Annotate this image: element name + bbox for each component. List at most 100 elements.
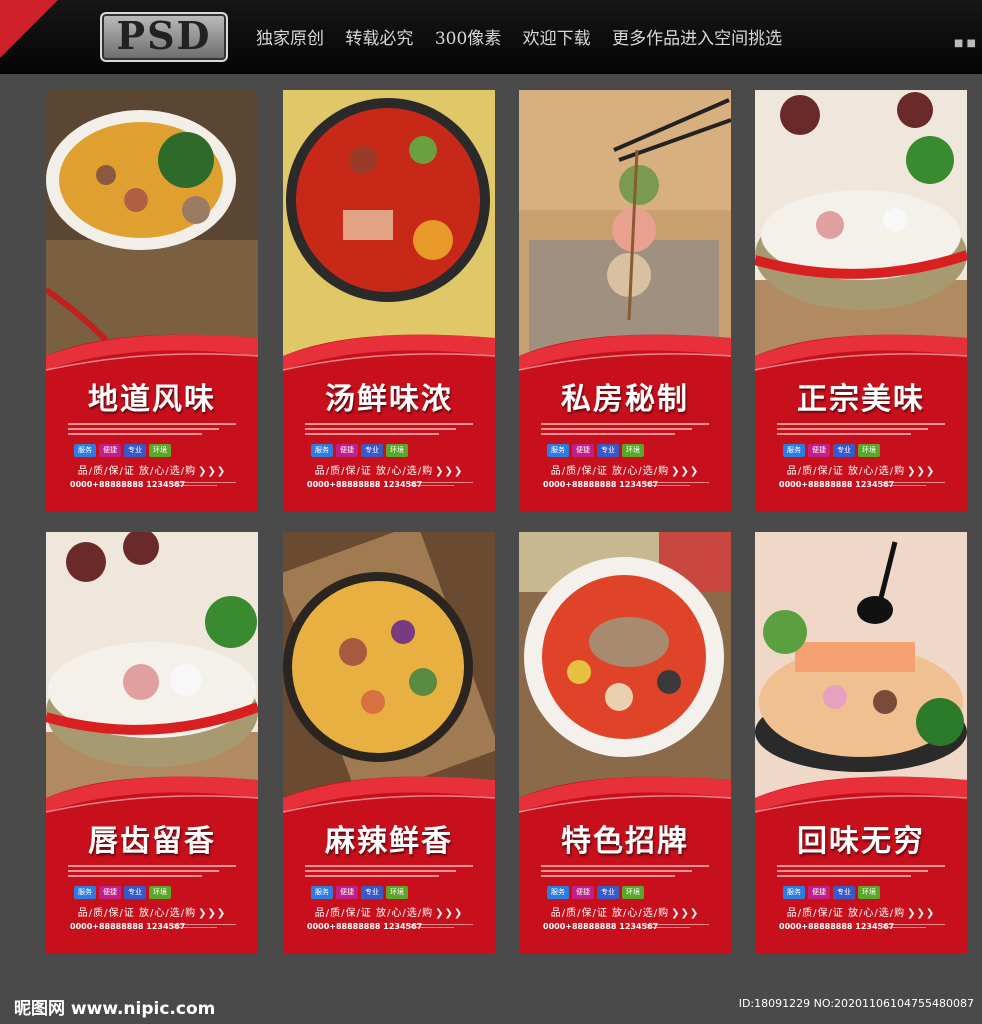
professional-badge: 专业	[597, 444, 619, 457]
header-tagline: 独家原创 转载必究 300像素 欢迎下载 更多作品进入空间挑选	[256, 24, 798, 49]
contact-lines	[409, 922, 473, 930]
site-logo[interactable]: 昵图网 www.nipic.com	[14, 994, 215, 1019]
quality-tagline: 品/质/保/证 放/心/选/购 ❯❯❯	[519, 904, 731, 919]
food-photo	[46, 532, 258, 807]
tagline-text: 品/质/保/证 放/心/选/购	[77, 908, 197, 919]
description-lines	[305, 862, 473, 884]
contact-lines	[172, 480, 236, 488]
header-mark: ■ ■	[953, 38, 976, 49]
quality-tagline: 品/质/保/证 放/心/选/购 ❯❯❯	[283, 462, 495, 477]
professional-badge: 专业	[124, 444, 146, 457]
description-lines	[777, 862, 945, 884]
description-lines	[777, 420, 945, 442]
poster-title: 特色招牌	[561, 824, 689, 859]
service-badge: 服务	[783, 444, 805, 457]
professional-badge: 专业	[124, 886, 146, 899]
service-badge: 服务	[74, 444, 96, 457]
description-lines	[541, 420, 709, 442]
phone-number: 0000+88888888 1234567	[70, 922, 186, 931]
professional-badge: 专业	[597, 886, 619, 899]
tagline-text: 品/质/保/证 放/心/选/购	[77, 466, 197, 477]
phone-number: 0000+88888888 1234567	[779, 922, 895, 931]
convenience-badge: 便捷	[99, 886, 121, 899]
contact-lines	[645, 922, 709, 930]
poster-5: 唇齿留香 服务 便捷 专业 环境 品/质/保/证 放/心/选/购 ❯❯❯ 0000…	[46, 532, 258, 954]
service-badge: 服务	[311, 444, 333, 457]
phone-number: 0000+88888888 1234567	[543, 480, 659, 489]
environment-badge: 环境	[149, 886, 171, 899]
arrows-icon: ❯❯❯	[435, 908, 464, 919]
service-badge: 服务	[783, 886, 805, 899]
quality-tagline: 品/质/保/证 放/心/选/购 ❯❯❯	[519, 462, 731, 477]
poster-6: 麻辣鲜香 服务 便捷 专业 环境 品/质/保/证 放/心/选/购 ❯❯❯ 0000…	[283, 532, 495, 954]
tagline-item: 转载必究	[345, 29, 414, 49]
feature-badges: 服务 便捷 专业 环境	[547, 886, 707, 899]
phone-number: 0000+88888888 1234567	[307, 922, 423, 931]
poster-3: 私房秘制 服务 便捷 专业 环境 品/质/保/证 放/心/选/购 ❯❯❯ 0000…	[519, 90, 731, 512]
convenience-badge: 便捷	[572, 444, 594, 457]
food-photo	[755, 90, 967, 365]
professional-badge: 专业	[361, 444, 383, 457]
environment-badge: 环境	[622, 444, 644, 457]
food-photo	[46, 90, 258, 365]
contact-lines	[409, 480, 473, 488]
food-photo	[283, 90, 495, 365]
description-lines	[541, 862, 709, 884]
food-photo	[519, 532, 731, 807]
environment-badge: 环境	[386, 444, 408, 457]
poster-title: 汤鲜味浓	[325, 382, 453, 417]
tagline-text: 品/质/保/证 放/心/选/购	[550, 466, 670, 477]
service-badge: 服务	[547, 886, 569, 899]
convenience-badge: 便捷	[336, 886, 358, 899]
feature-badges: 服务 便捷 专业 环境	[783, 886, 943, 899]
description-lines	[68, 420, 236, 442]
convenience-badge: 便捷	[808, 444, 830, 457]
quality-tagline: 品/质/保/证 放/心/选/购 ❯❯❯	[755, 462, 967, 477]
service-badge: 服务	[74, 886, 96, 899]
poster-title: 麻辣鲜香	[325, 824, 453, 859]
arrows-icon: ❯❯❯	[671, 466, 700, 477]
tagline-item: 欢迎下载	[522, 29, 591, 49]
tagline-item: 300像素	[434, 29, 502, 49]
tagline-item: 独家原创	[256, 29, 324, 49]
quality-tagline: 品/质/保/证 放/心/选/购 ❯❯❯	[755, 904, 967, 919]
phone-number: 0000+88888888 1234567	[70, 480, 186, 489]
poster-7: 特色招牌 服务 便捷 专业 环境 品/质/保/证 放/心/选/购 ❯❯❯ 0000…	[519, 532, 731, 954]
poster-title: 私房秘制	[561, 382, 689, 417]
environment-badge: 环境	[622, 886, 644, 899]
poster-title: 唇齿留香	[88, 824, 216, 859]
poster-2: 汤鲜味浓 服务 便捷 专业 环境 品/质/保/证 放/心/选/购 ❯❯❯ 0000…	[283, 90, 495, 512]
convenience-badge: 便捷	[336, 444, 358, 457]
arrows-icon: ❯❯❯	[435, 466, 464, 477]
feature-badges: 服务 便捷 专业 环境	[547, 444, 707, 457]
feature-badges: 服务 便捷 专业 环境	[74, 444, 234, 457]
feature-badges: 服务 便捷 专业 环境	[74, 886, 234, 899]
arrows-icon: ❯❯❯	[198, 466, 227, 477]
tagline-text: 品/质/保/证 放/心/选/购	[786, 466, 906, 477]
poster-1: 地道风味 服务 便捷 专业 环境 品/质/保/证 放/心/选/购 ❯❯❯ 0000…	[46, 90, 258, 512]
image-id: ID:18091229 NO:20201106104755480087	[738, 997, 974, 1010]
poster-title: 正宗美味	[797, 382, 925, 417]
environment-badge: 环境	[858, 444, 880, 457]
corner-triangle	[0, 0, 58, 58]
feature-badges: 服务 便捷 专业 环境	[311, 444, 471, 457]
feature-badges: 服务 便捷 专业 环境	[783, 444, 943, 457]
description-lines	[305, 420, 473, 442]
food-photo	[283, 532, 495, 807]
contact-lines	[172, 922, 236, 930]
tagline-text: 品/质/保/证 放/心/选/购	[550, 908, 670, 919]
psd-badge: PSD	[100, 12, 228, 62]
arrows-icon: ❯❯❯	[671, 908, 700, 919]
service-badge: 服务	[311, 886, 333, 899]
professional-badge: 专业	[833, 886, 855, 899]
phone-number: 0000+88888888 1234567	[543, 922, 659, 931]
environment-badge: 环境	[149, 444, 171, 457]
arrows-icon: ❯❯❯	[198, 908, 227, 919]
phone-number: 0000+88888888 1234567	[779, 480, 895, 489]
arrows-icon: ❯❯❯	[907, 908, 936, 919]
quality-tagline: 品/质/保/证 放/心/选/购 ❯❯❯	[46, 462, 258, 477]
tagline-text: 品/质/保/证 放/心/选/购	[314, 908, 434, 919]
poster-8: 回味无穷 服务 便捷 专业 环境 品/质/保/证 放/心/选/购 ❯❯❯ 0000…	[755, 532, 967, 954]
feature-badges: 服务 便捷 专业 环境	[311, 886, 471, 899]
phone-number: 0000+88888888 1234567	[307, 480, 423, 489]
